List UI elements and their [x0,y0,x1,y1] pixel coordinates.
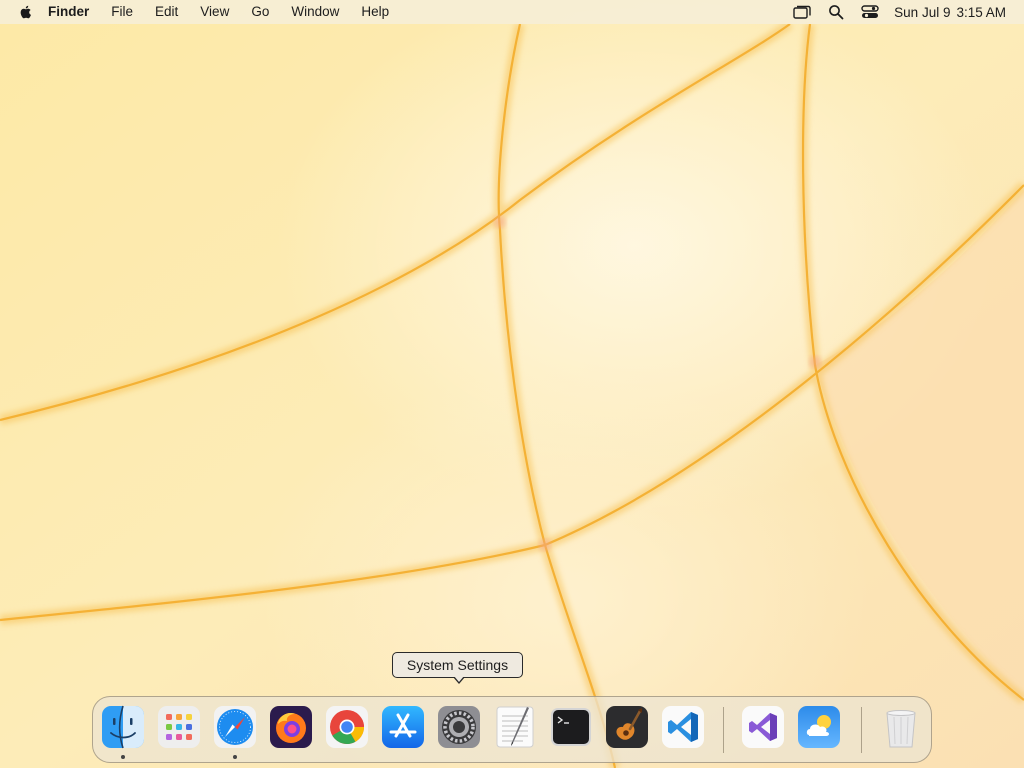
spotlight-search-icon[interactable] [826,2,846,22]
textedit-icon [496,706,534,748]
menu-view[interactable]: View [200,0,229,24]
finder-icon [102,705,144,749]
dock [92,696,932,763]
menu-help[interactable]: Help [361,0,389,24]
dock-separator [723,707,724,753]
vscode-icon [662,706,704,748]
dock-tooltip-label: System Settings [406,657,509,673]
menu-file[interactable]: File [111,0,133,24]
tooltip-arrow-fill [454,676,464,682]
dock-finder[interactable] [101,705,145,749]
dock-safari[interactable] [213,705,257,749]
dock-firefox[interactable] [269,705,313,749]
chrome-icon [326,706,368,748]
visual-studio-icon [742,706,784,748]
menu-app-name[interactable]: Finder [48,0,89,24]
terminal-icon [551,708,591,746]
control-center-icon[interactable] [860,2,880,22]
trash-icon [886,710,916,748]
finder-running-indicator [121,755,125,759]
apple-menu-icon[interactable] [18,4,34,20]
dock-system-settings[interactable] [437,705,481,749]
dock-launchpad[interactable] [157,705,201,749]
menubar-clock[interactable]: Sun Jul 9 3:15 AM [894,5,1006,20]
menu-window[interactable]: Window [291,0,339,24]
weather-icon [798,706,840,748]
menu-go[interactable]: Go [251,0,269,24]
dock-trash[interactable] [879,705,923,749]
launchpad-icon [158,706,200,748]
firefox-icon [270,706,312,748]
safari-running-indicator [233,755,237,759]
dock-garageband[interactable] [605,705,649,749]
dock-terminal[interactable] [549,705,593,749]
clock-date: Sun Jul 9 [894,4,951,20]
dock-vscode[interactable] [661,705,705,749]
clock-time: 3:15 AM [956,4,1006,20]
system-settings-icon [438,706,480,748]
app-store-icon [382,706,424,748]
desktop: Finder File Edit View Go Window Help Sun… [0,0,1024,768]
screen-mirroring-icon[interactable] [792,2,812,22]
menu-bar: Finder File Edit View Go Window Help Sun… [0,0,1024,24]
menu-edit[interactable]: Edit [155,0,178,24]
dock-visual-studio[interactable] [741,705,785,749]
garageband-icon [606,706,648,748]
safari-icon [214,706,256,748]
dock-chrome[interactable] [325,705,369,749]
dock-weather[interactable] [797,705,841,749]
dock-textedit[interactable] [493,705,537,749]
dock-separator-trash [861,707,862,753]
dock-tooltip: System Settings [392,652,523,678]
dock-app-store[interactable] [381,705,425,749]
